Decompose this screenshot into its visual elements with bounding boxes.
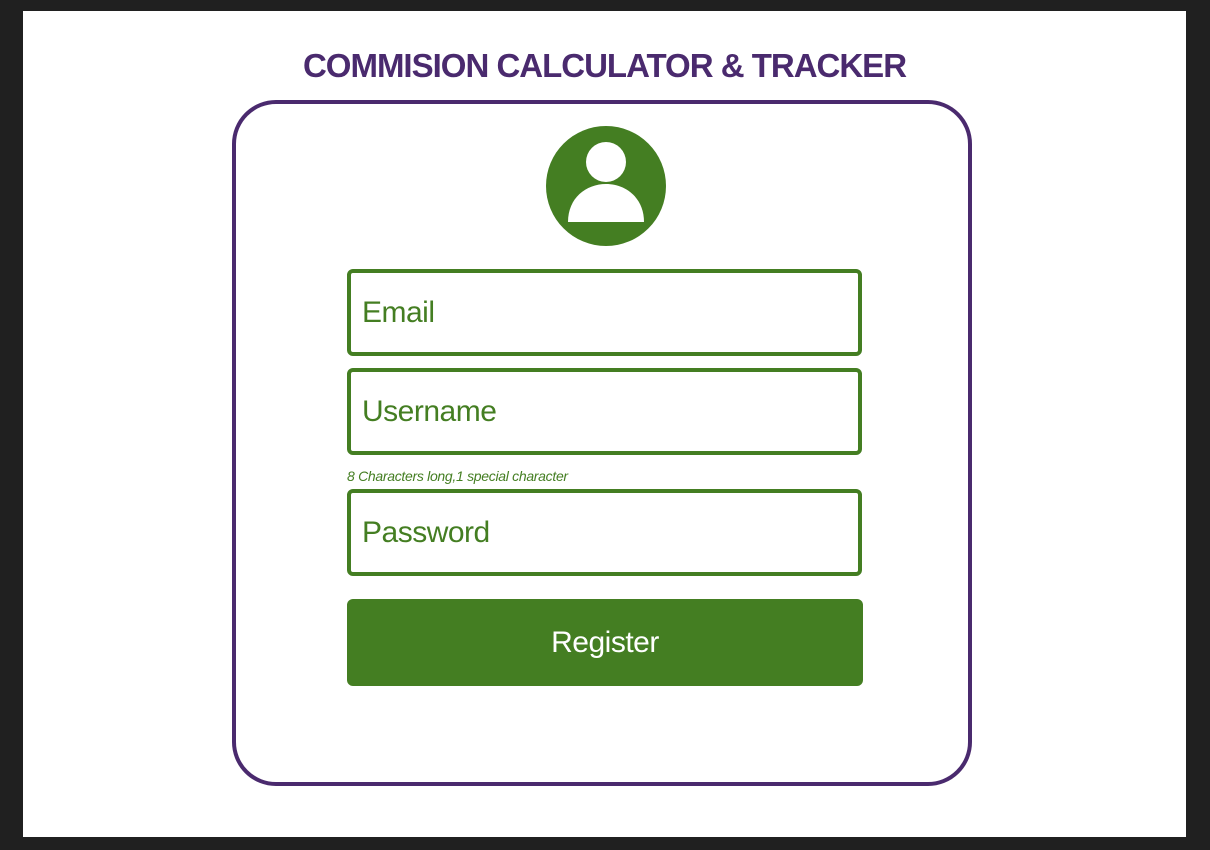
register-button[interactable]: Register (347, 599, 863, 686)
password-hint: 8 Characters long,1 special character (347, 468, 568, 484)
page-title: COMMISION CALCULATOR & TRACKER (302, 47, 907, 84)
email-field[interactable] (351, 273, 858, 352)
username-field[interactable] (351, 372, 858, 451)
username-field-box (347, 368, 862, 455)
password-field-box (347, 489, 862, 576)
page: COMMISION CALCULATOR & TRACKER 8 Charact… (23, 11, 1186, 837)
user-avatar-icon (546, 126, 666, 246)
password-field[interactable] (351, 493, 858, 572)
email-field-box (347, 269, 862, 356)
register-card: 8 Characters long,1 special character Re… (232, 100, 972, 786)
